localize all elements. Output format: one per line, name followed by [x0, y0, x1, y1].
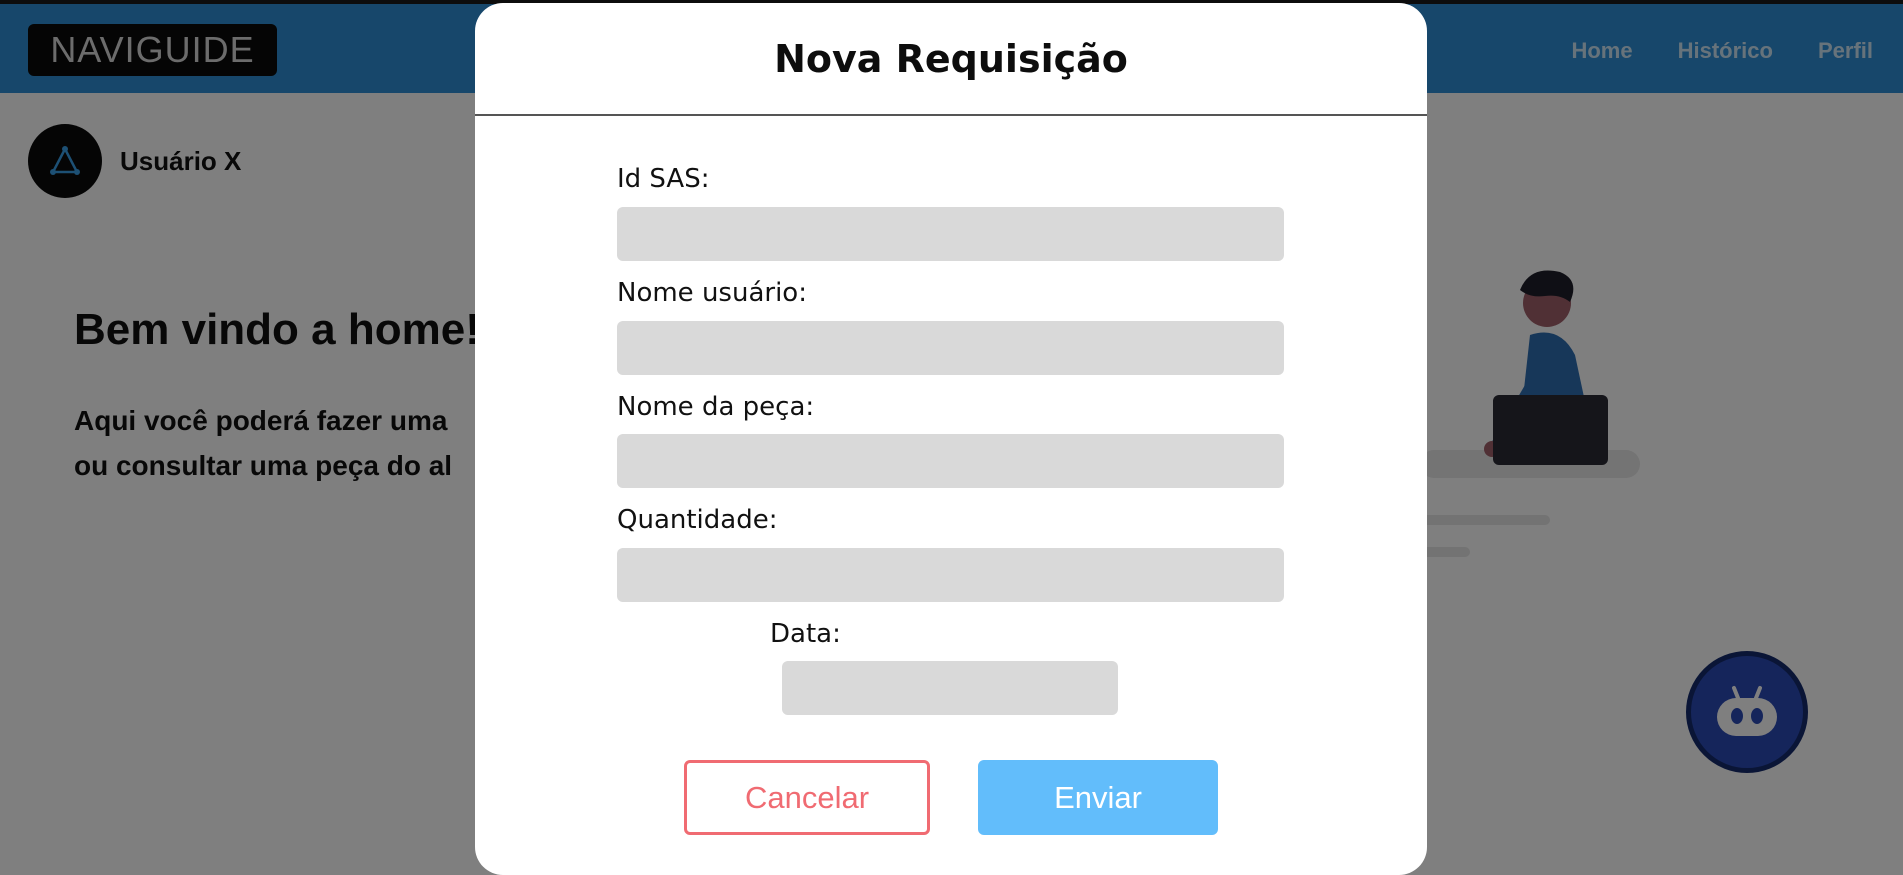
nome-peca-input[interactable]	[617, 434, 1284, 488]
data-label: Data:	[770, 619, 841, 649]
quantidade-label: Quantidade:	[617, 505, 778, 535]
nome-usuario-label: Nome usuário:	[617, 278, 807, 308]
modal-title: Nova Requisição	[774, 36, 1128, 81]
data-input[interactable]	[782, 661, 1118, 715]
id-sas-input[interactable]	[617, 207, 1284, 261]
new-request-modal: Nova Requisição Id SAS: Nome usuário: No…	[475, 3, 1427, 875]
cancel-button[interactable]: Cancelar	[684, 760, 930, 835]
nome-peca-label: Nome da peça:	[617, 392, 815, 422]
quantidade-input[interactable]	[617, 548, 1284, 602]
modal-header: Nova Requisição	[475, 3, 1427, 116]
nome-usuario-input[interactable]	[617, 321, 1284, 375]
id-sas-label: Id SAS:	[617, 164, 710, 194]
send-button[interactable]: Enviar	[978, 760, 1218, 835]
